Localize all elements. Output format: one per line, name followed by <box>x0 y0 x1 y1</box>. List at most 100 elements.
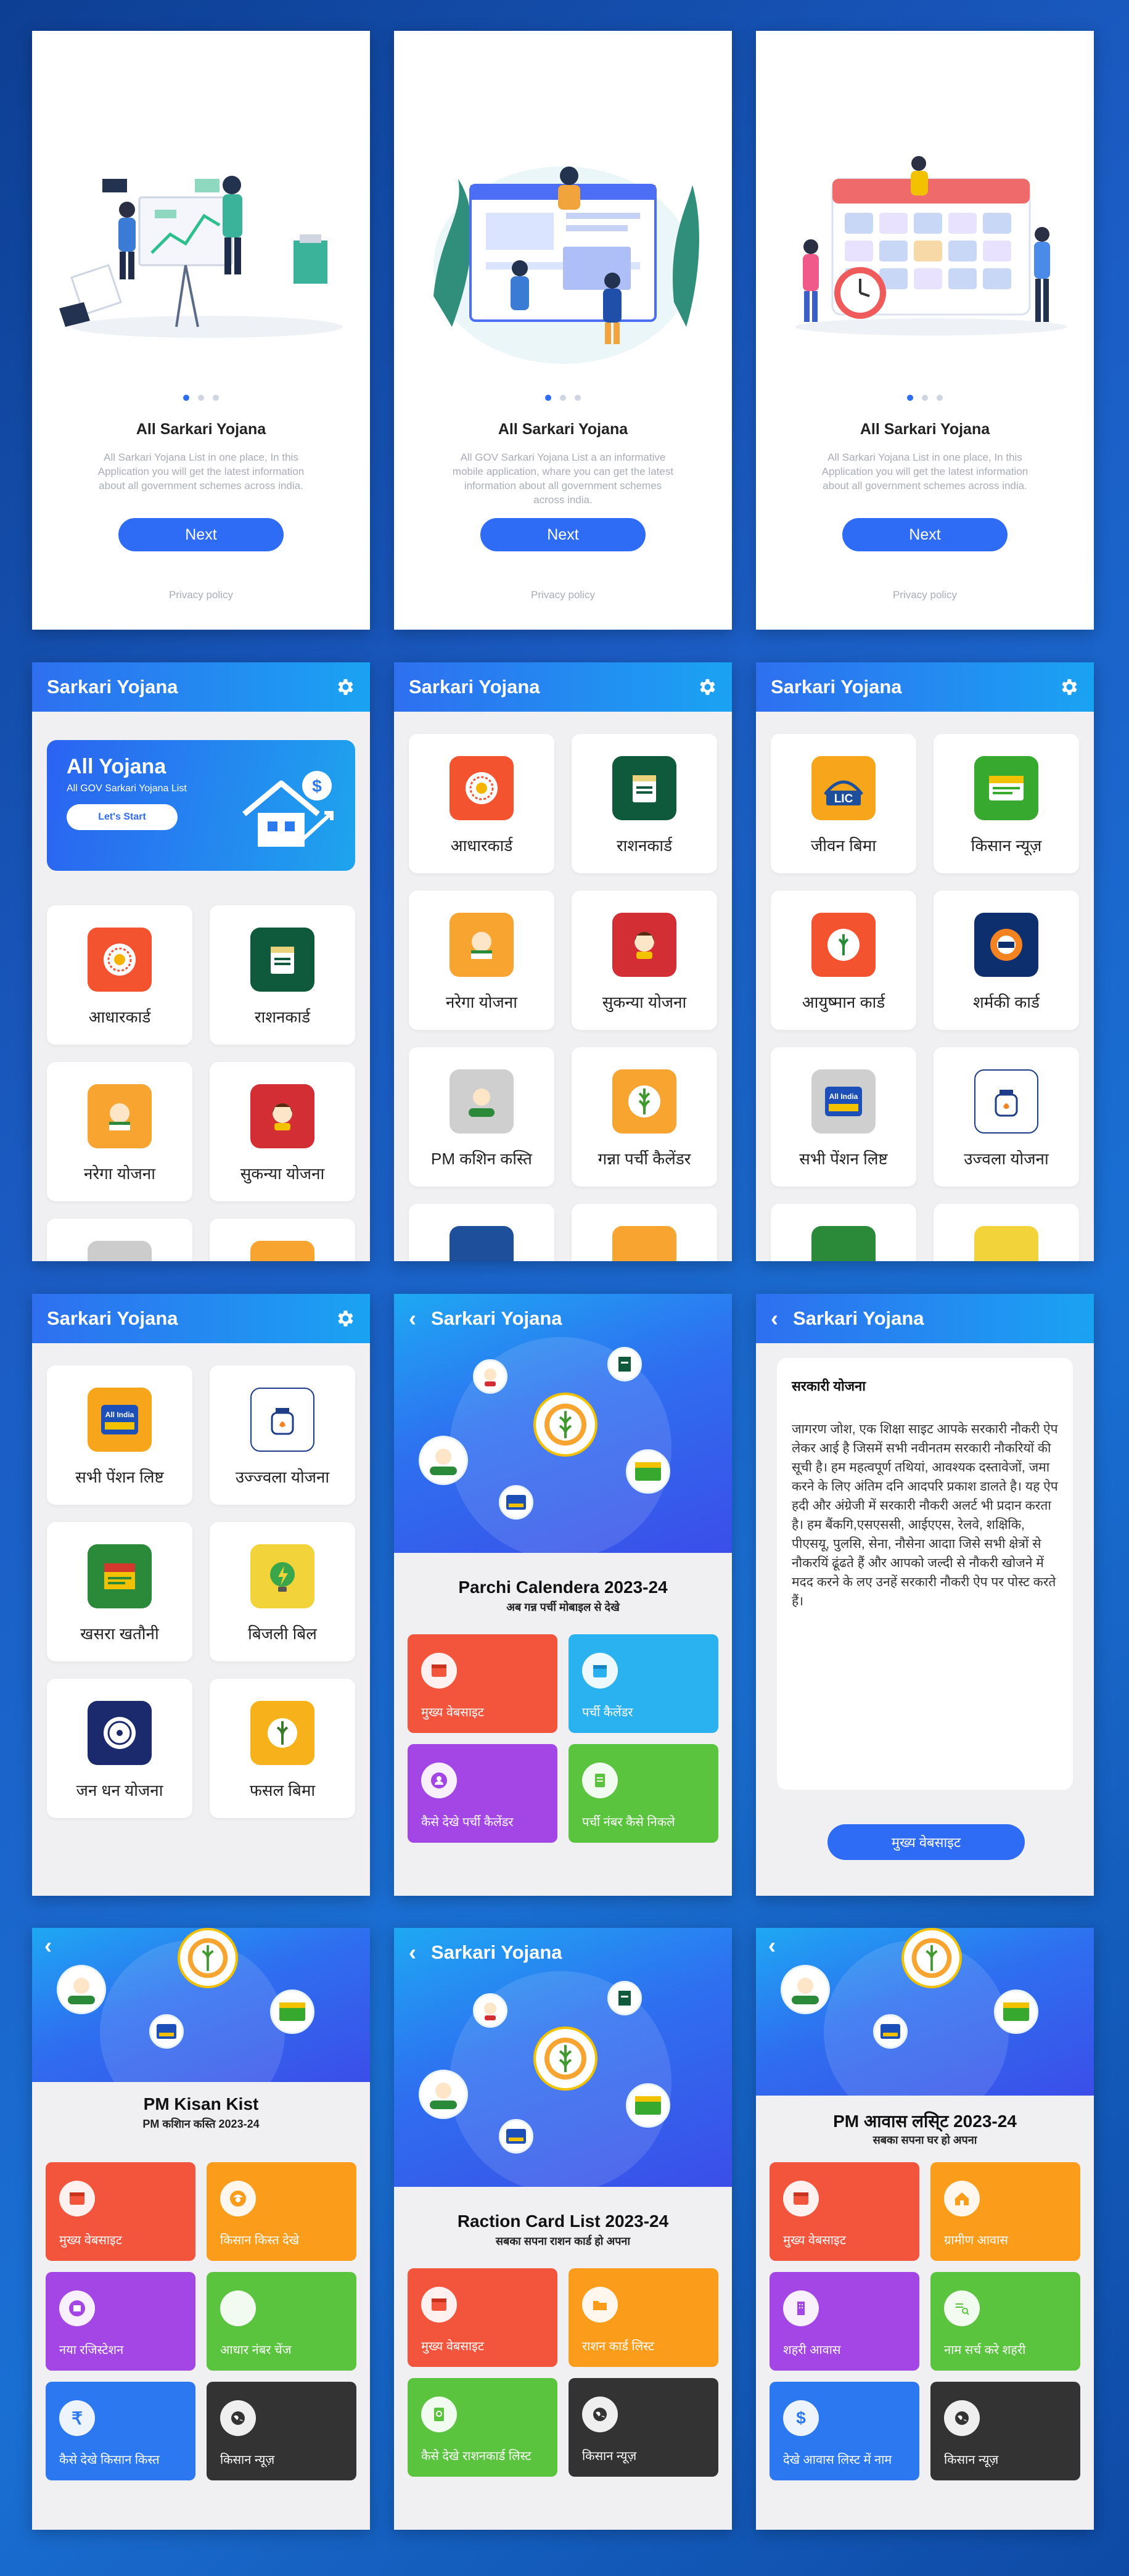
privacy-policy-link[interactable]: Privacy policy <box>394 589 732 601</box>
scheme-tile-aadhar[interactable]: आधारकार्ड <box>409 734 554 873</box>
privacy-policy-link[interactable]: Privacy policy <box>756 589 1094 601</box>
scheme-tile-shramik[interactable]: शर्मकी कार्ड <box>934 891 1079 1030</box>
scheme-tile-pension[interactable]: All India सभी पेंशन लिष्ट <box>47 1365 192 1505</box>
scheme-tile-kisan-news[interactable]: किसान न्यूज़ <box>934 734 1079 873</box>
rural-awas-card[interactable]: ग्रामीण आवास <box>930 2162 1080 2261</box>
gear-icon[interactable] <box>696 677 717 697</box>
app-bar: Sarkari Yojana <box>756 662 1094 712</box>
back-arrow-icon[interactable]: ‹ <box>44 1933 52 1959</box>
scheme-list-screen-1: Sarkari Yojana आधारकार्ड राशनकार्ड नरेगा… <box>394 662 732 1261</box>
bijli-icon <box>974 1226 1038 1261</box>
aadhar-change-card[interactable]: आधार नंबर चेंज <box>207 2272 356 2371</box>
banner-subtitle: All GOV Sarkari Yojana List <box>67 783 187 794</box>
shramik-card-icon <box>974 913 1038 977</box>
sugarcane-icon <box>612 1226 676 1261</box>
next-button[interactable]: Next <box>842 518 1008 551</box>
tile-label: नरेगा योजना <box>446 993 517 1011</box>
search-list-icon <box>944 2290 980 2326</box>
card-label: मुख्य वेबसाइट <box>421 1706 484 1719</box>
tile-label: शर्मकी कार्ड <box>973 993 1040 1011</box>
main-website-button[interactable]: मुख्य वेबसाइट <box>827 1824 1025 1860</box>
hero-banner: ‹ <box>32 1928 370 2082</box>
scheme-tile-partial[interactable] <box>572 1204 717 1261</box>
search-name-card[interactable]: नाम सर्च करे शहरी <box>930 2272 1080 2371</box>
scheme-tile-sukanya[interactable]: सुकन्या योजना <box>210 1062 355 1201</box>
scheme-tile-partial[interactable] <box>409 1204 554 1261</box>
page-indicator <box>32 395 370 401</box>
app-bar: Sarkari Yojana <box>32 662 370 712</box>
card-label: राशन कार्ड लिस्ट <box>582 2340 655 2353</box>
app-title: Sarkari Yojana <box>47 676 178 697</box>
main-website-card[interactable]: मुख्य वेबसाइट <box>408 1634 557 1733</box>
pension-list-icon: All India <box>811 1069 876 1134</box>
gear-icon[interactable] <box>334 1308 355 1329</box>
app-bar: ‹ Sarkari Yojana <box>394 1294 732 1343</box>
see-name-in-list-card[interactable]: $ देखे आवास लिस्ट में नाम <box>770 2382 919 2480</box>
globe-icon <box>944 2400 980 2436</box>
how-to-see-ration-card[interactable]: कैसे देखे राशनकार्ड लिस्ट <box>408 2378 557 2477</box>
kisan-news-card[interactable]: किसान न्यूज़ <box>207 2382 356 2480</box>
scheme-tile-ration[interactable]: राशनकार्ड <box>572 734 717 873</box>
parchi-calendar-screen: Parchi Calendera 2023-24 अब गन्न पर्ची म… <box>394 1294 732 1896</box>
card-label: कैसे देखे पर्ची कैलेंडर <box>421 1816 514 1829</box>
main-website-card[interactable]: मुख्य वेबसाइट <box>408 2268 557 2367</box>
lets-start-button[interactable]: Let's Start <box>67 804 178 830</box>
kisan-news-icon <box>994 1990 1038 2034</box>
scheme-tile-ayushman[interactable]: आयुष्मान कार्ड <box>771 891 916 1030</box>
illustration-calendar <box>795 156 1067 335</box>
main-website-card[interactable]: मुख्य वेबसाइट <box>46 2162 195 2261</box>
app-title: Sarkari Yojana <box>771 676 902 697</box>
scheme-tile-partial[interactable] <box>771 1204 916 1261</box>
scheme-tile-ujjwala[interactable]: उज्ज्वला योजना <box>210 1365 355 1505</box>
scheme-tile-pension[interactable]: All India सभी पेंशन लिष्ट <box>771 1047 916 1187</box>
kisan-news-icon <box>626 1449 670 1494</box>
kisan-news-card[interactable]: किसान न्यूज़ <box>930 2382 1080 2480</box>
back-arrow-icon[interactable]: ‹ <box>409 1940 416 1965</box>
kisan-news-card[interactable]: किसान न्यूज़ <box>569 2378 718 2477</box>
kisan-kist-card[interactable]: किसान किस्त देखे <box>207 2162 356 2261</box>
ration-list-card[interactable]: राशन कार्ड लिस्ट <box>569 2268 718 2367</box>
new-registration-card[interactable]: नया रजिस्टेशन <box>46 2272 195 2371</box>
lic-icon <box>450 1226 514 1261</box>
scheme-tile-partial[interactable] <box>210 1219 355 1261</box>
main-website-card[interactable]: मुख्य वेबसाइट <box>770 2162 919 2261</box>
scheme-tile-narega[interactable]: नरेगा योजना <box>47 1062 192 1201</box>
pm-kisan-icon <box>57 1965 106 2014</box>
scheme-tile-partial[interactable] <box>934 1204 1079 1261</box>
urban-awas-card[interactable]: शहरी आवास <box>770 2272 919 2371</box>
scheme-tile-pm-kisan[interactable]: PM कशिन कस्ति <box>409 1047 554 1187</box>
gear-icon[interactable] <box>1058 677 1079 697</box>
back-arrow-icon[interactable]: ‹ <box>409 1306 416 1331</box>
gear-icon[interactable] <box>334 677 355 697</box>
ujjwala-icon <box>974 1069 1038 1134</box>
scheme-tile-ration[interactable]: राशनकार्ड <box>210 905 355 1045</box>
scheme-tile-sukanya[interactable]: सुकन्या योजना <box>572 891 717 1030</box>
scheme-tile-ujjwala[interactable]: उज्वला योजना <box>934 1047 1079 1187</box>
next-button[interactable]: Next <box>118 518 284 551</box>
back-arrow-icon[interactable]: ‹ <box>768 1933 776 1959</box>
scheme-tile-khasra[interactable]: खसरा खतौनी <box>47 1522 192 1661</box>
card-label: कैसे देखे किसान किस्त <box>59 2453 160 2467</box>
scheme-tile-sugarcane[interactable]: गन्ना पर्ची कैलेंडर <box>572 1047 717 1187</box>
how-to-see-calendar-card[interactable]: कैसे देखे पर्ची कैलेंडर <box>408 1744 557 1843</box>
tile-label: PM कशिन कस्ति <box>431 1150 532 1168</box>
pm-kisan-icon <box>419 1436 468 1485</box>
scheme-tile-partial[interactable] <box>47 1219 192 1261</box>
back-arrow-icon[interactable]: ‹ <box>771 1306 778 1331</box>
scheme-tile-bijli[interactable]: बिजली बिल <box>210 1522 355 1661</box>
scheme-tile-jan-dhan[interactable]: जन धन योजना <box>47 1679 192 1818</box>
rupee-icon: ₹ <box>59 2400 95 2436</box>
scheme-tile-aadhar[interactable]: आधारकार्ड <box>47 905 192 1045</box>
parchi-number-card[interactable]: पर्ची नंबर कैसे निकले <box>569 1744 718 1843</box>
how-to-see-kist-card[interactable]: ₹ कैसे देखे किसान किस्त <box>46 2382 195 2480</box>
scheme-tile-narega[interactable]: नरेगा योजना <box>409 891 554 1030</box>
scheme-tile-fasal[interactable]: फसल बिमा <box>210 1679 355 1818</box>
folder-icon <box>582 2287 618 2323</box>
next-button[interactable]: Next <box>480 518 646 551</box>
tile-label: फसल बिमा <box>249 1781 316 1800</box>
scheme-tile-lic[interactable]: LIC जीवन बिमा <box>771 734 916 873</box>
parchi-calendar-card[interactable]: पर्ची कैलेंडर <box>569 1634 718 1733</box>
tile-label: आधारकार्ड <box>88 1008 151 1026</box>
privacy-policy-link[interactable]: Privacy policy <box>32 589 370 601</box>
ration-card-screen: Raction Card List 2023-24 सबका सपना राशन… <box>394 1928 732 2530</box>
